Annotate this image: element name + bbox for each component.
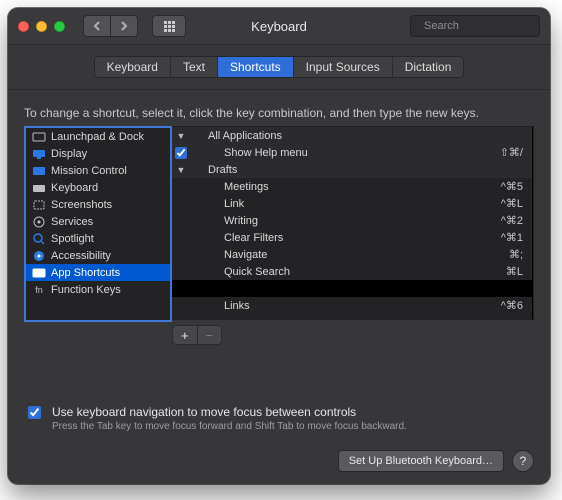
- shortcut-row[interactable]: Links^⌘6: [172, 297, 533, 314]
- traffic-lights: [18, 21, 65, 32]
- shortcut-keys: ^⌘L: [501, 197, 533, 210]
- shortcut-keys: ^⌘1: [501, 231, 533, 244]
- category-label: App Shortcuts: [51, 267, 120, 279]
- shortcut-row[interactable]: Writing^⌘2: [172, 212, 533, 229]
- grid-icon: [164, 21, 175, 32]
- category-label: Spotlight: [51, 233, 94, 245]
- svg-text:✦: ✦: [36, 252, 43, 261]
- search-input[interactable]: [422, 19, 550, 33]
- footer-option: Use keyboard navigation to move focus be…: [24, 405, 534, 432]
- shortcut-row[interactable]: Meetings^⌘5: [172, 178, 533, 195]
- category-label: Keyboard: [51, 182, 98, 194]
- shortcut-row[interactable]: Show Help menu⇧⌘/: [172, 144, 533, 161]
- category-icon: [32, 148, 46, 160]
- category-label: Mission Control: [51, 165, 127, 177]
- show-all-button[interactable]: [152, 15, 186, 37]
- bottom-row: Set Up Bluetooth Keyboard… ?: [24, 450, 534, 472]
- search-field[interactable]: [410, 15, 540, 37]
- tabs-segmented: KeyboardTextShortcutsInput SourcesDictat…: [94, 56, 465, 78]
- disclosure-triangle-icon: ▼: [176, 165, 186, 175]
- titlebar: Keyboard: [8, 8, 550, 45]
- forward-button[interactable]: [110, 15, 138, 37]
- shortcut-list[interactable]: ▼ All Applications Show Help menu⇧⌘/ ▼ Draft…: [172, 126, 534, 320]
- shortcut-keys: ⌘;: [509, 248, 533, 261]
- keyboard-nav-sub: Press the Tab key to move focus forward …: [52, 421, 407, 432]
- shortcut-keys: ^⌘2: [501, 214, 533, 227]
- category-display[interactable]: Display: [26, 145, 170, 162]
- preferences-window: Keyboard KeyboardTextShortcutsInput Sour…: [8, 8, 550, 484]
- tab-text[interactable]: Text: [171, 57, 218, 77]
- shortcut-row-empty[interactable]: [172, 280, 533, 297]
- disclosure-triangle-icon: ▼: [176, 131, 186, 141]
- category-label: Accessibility: [51, 250, 111, 262]
- category-icon: [32, 267, 46, 279]
- minimize-window-button[interactable]: [36, 21, 47, 32]
- keyboard-nav-label: Use keyboard navigation to move focus be…: [52, 405, 407, 419]
- category-screenshots[interactable]: Screenshots: [26, 196, 170, 213]
- section-label: All Applications: [208, 130, 282, 142]
- shortcut-label: Meetings: [190, 181, 501, 193]
- shortcut-checkbox[interactable]: [175, 147, 187, 159]
- body: To change a shortcut, select it, click t…: [8, 90, 550, 484]
- tab-input-sources[interactable]: Input Sources: [294, 57, 393, 77]
- tab-keyboard[interactable]: Keyboard: [95, 57, 171, 77]
- shortcut-keys: ^⌘6: [501, 299, 533, 312]
- shortcut-row[interactable]: Clear Filters^⌘1: [172, 229, 533, 246]
- category-icon: [32, 233, 46, 245]
- shortcut-keys: ^⌘5: [501, 180, 533, 193]
- shortcut-keys: ⌘L: [506, 265, 533, 278]
- category-services[interactable]: Services: [26, 213, 170, 230]
- category-app-shortcuts[interactable]: App Shortcuts: [26, 264, 170, 281]
- shortcut-label: Links: [190, 300, 501, 312]
- category-icon: [32, 165, 46, 177]
- category-launchpad-dock[interactable]: Launchpad & Dock: [26, 128, 170, 145]
- help-button[interactable]: ?: [512, 450, 534, 472]
- add-remove-group: + −: [172, 325, 222, 345]
- tabs-row: KeyboardTextShortcutsInput SourcesDictat…: [8, 45, 550, 90]
- remove-button[interactable]: −: [198, 326, 222, 344]
- category-label: Screenshots: [51, 199, 112, 211]
- hint-text: To change a shortcut, select it, click t…: [24, 106, 534, 120]
- category-accessibility[interactable]: ✦ Accessibility: [26, 247, 170, 264]
- shortcut-label: Link: [190, 198, 501, 210]
- category-icon: ✦: [32, 250, 46, 262]
- keyboard-nav-checkbox[interactable]: [28, 406, 41, 419]
- shortcut-keys: ⇧⌘/: [500, 146, 533, 159]
- tab-dictation[interactable]: Dictation: [393, 57, 464, 77]
- setup-bluetooth-button[interactable]: Set Up Bluetooth Keyboard…: [338, 450, 504, 472]
- category-mission-control[interactable]: Mission Control: [26, 162, 170, 179]
- category-spotlight[interactable]: Spotlight: [26, 230, 170, 247]
- panes: Launchpad & Dock Display Mission Control Ke…: [24, 126, 534, 322]
- category-icon: [32, 131, 46, 143]
- zoom-window-button[interactable]: [54, 21, 65, 32]
- category-function-keys[interactable]: fn Function Keys: [26, 281, 170, 298]
- add-button[interactable]: +: [173, 326, 198, 344]
- shortcut-row[interactable]: Quick Search⌘L: [172, 263, 533, 280]
- shortcut-label: Writing: [190, 215, 501, 227]
- section-label: Drafts: [208, 164, 237, 176]
- shortcut-row[interactable]: Link^⌘L: [172, 195, 533, 212]
- close-window-button[interactable]: [18, 21, 29, 32]
- shortcut-label: Show Help menu: [190, 147, 500, 159]
- shortcut-row[interactable]: Navigate⌘;: [172, 246, 533, 263]
- tab-shortcuts[interactable]: Shortcuts: [218, 57, 294, 77]
- category-label: Display: [51, 148, 87, 160]
- category-icon: [32, 216, 46, 228]
- category-label: Function Keys: [51, 284, 121, 296]
- section-all-applications[interactable]: ▼ All Applications: [172, 127, 533, 144]
- category-icon: fn: [32, 284, 46, 296]
- category-icon: [32, 182, 46, 194]
- shortcut-label: Navigate: [190, 249, 509, 261]
- category-label: Services: [51, 216, 93, 228]
- category-list[interactable]: Launchpad & Dock Display Mission Control Ke…: [24, 126, 172, 322]
- shortcut-label: Quick Search: [190, 266, 506, 278]
- shortcut-label: Clear Filters: [190, 232, 501, 244]
- category-keyboard[interactable]: Keyboard: [26, 179, 170, 196]
- section-drafts[interactable]: ▼ Drafts: [172, 161, 533, 178]
- nav-buttons: [83, 15, 138, 37]
- back-button[interactable]: [83, 15, 110, 37]
- category-label: Launchpad & Dock: [51, 131, 144, 143]
- category-icon: [32, 199, 46, 211]
